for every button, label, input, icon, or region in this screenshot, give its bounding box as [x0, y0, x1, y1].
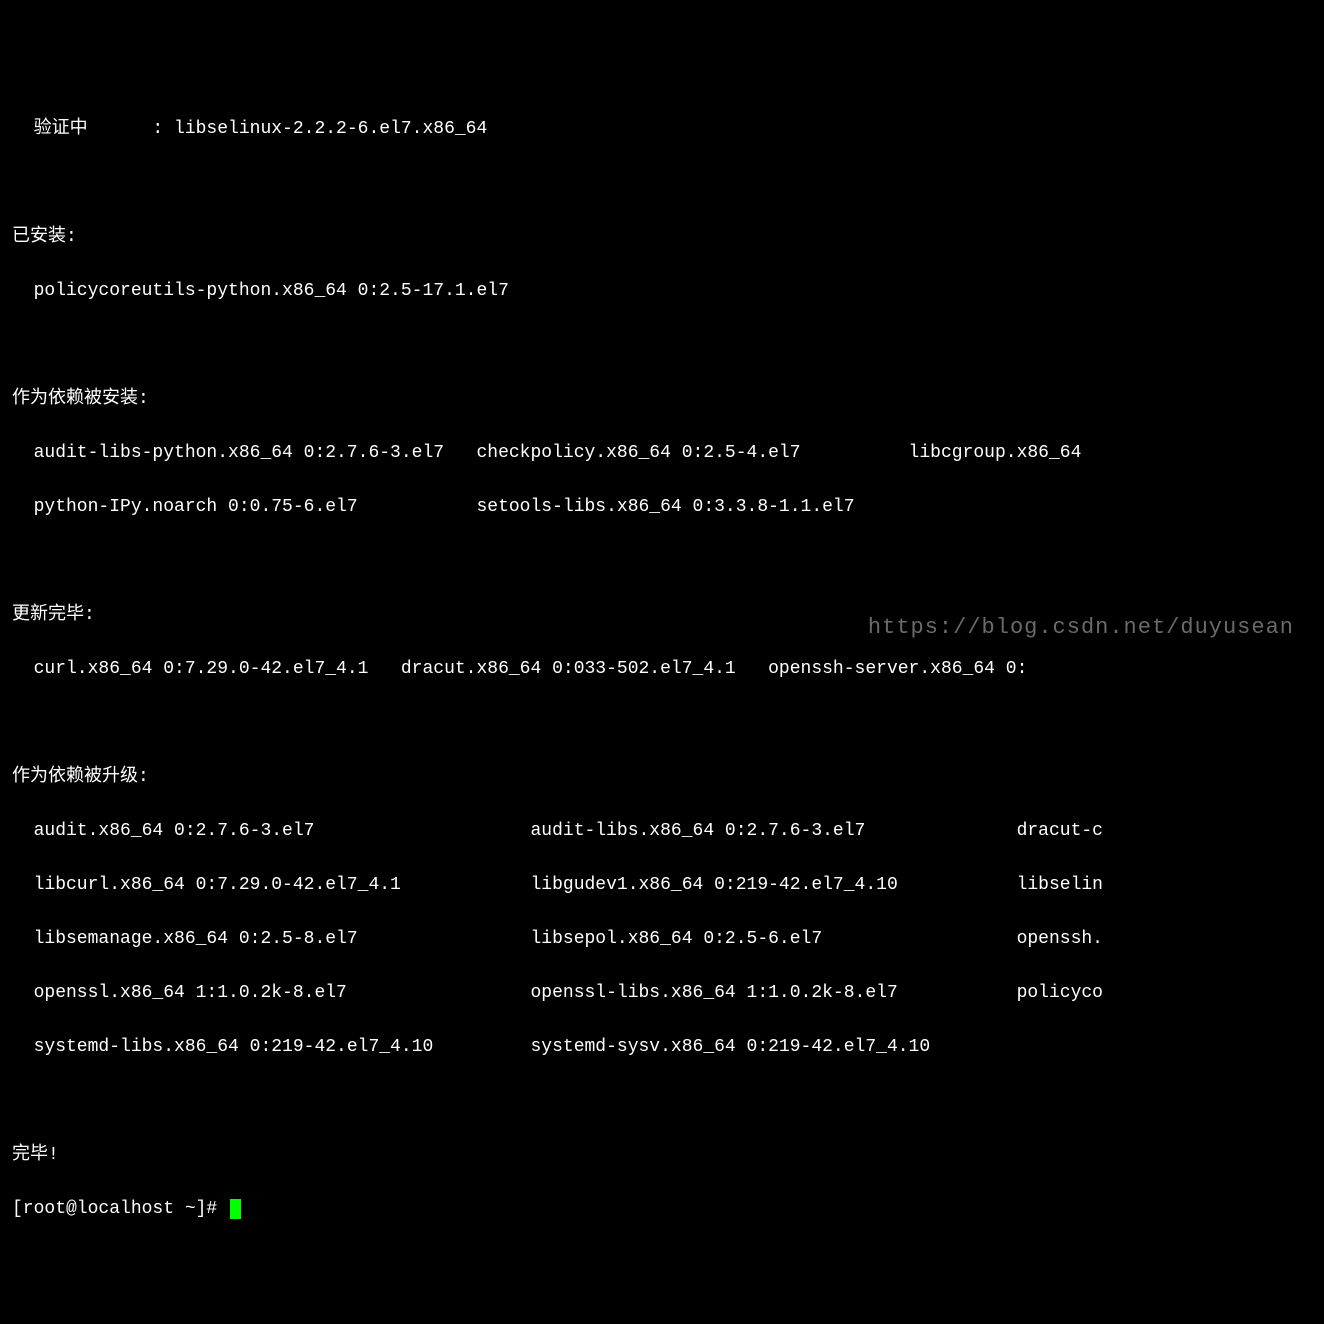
- blank-line: [12, 548, 1312, 575]
- cursor-icon: [230, 1199, 241, 1219]
- prompt-line[interactable]: [root@localhost ~]#: [12, 1196, 1312, 1223]
- deps-upgraded-line1: audit.x86_64 0:2.7.6-3.el7 audit-libs.x8…: [12, 818, 1312, 845]
- verify-pkg: libselinux-2.2.2-6.el7.x86_64: [174, 119, 487, 139]
- updated-line1: curl.x86_64 0:7.29.0-42.el7_4.1 dracut.x…: [12, 656, 1312, 683]
- deps-installed-line1: audit-libs-python.x86_64 0:2.7.6-3.el7 c…: [12, 440, 1312, 467]
- deps-upgraded-line3: libsemanage.x86_64 0:2.5-8.el7 libsepol.…: [12, 926, 1312, 953]
- blank-line: [12, 1088, 1312, 1115]
- blank-line: [12, 710, 1312, 737]
- verify-line: 验证中 : libselinux-2.2.2-6.el7.x86_64: [12, 116, 1312, 143]
- prompt-text: [root@localhost ~]#: [12, 1199, 228, 1219]
- verify-label: 验证中 :: [12, 119, 174, 139]
- deps-upgraded-header: 作为依赖被升级:: [12, 764, 1312, 791]
- done-line: 完毕!: [12, 1142, 1312, 1169]
- deps-upgraded-line4: openssl.x86_64 1:1.0.2k-8.el7 openssl-li…: [12, 980, 1312, 1007]
- installed-line1: policycoreutils-python.x86_64 0:2.5-17.1…: [12, 278, 1312, 305]
- blank-line: [12, 170, 1312, 197]
- deps-installed-line2: python-IPy.noarch 0:0.75-6.el7 setools-l…: [12, 494, 1312, 521]
- deps-installed-header: 作为依赖被安装:: [12, 386, 1312, 413]
- blank-line: [12, 332, 1312, 359]
- deps-upgraded-line2: libcurl.x86_64 0:7.29.0-42.el7_4.1 libgu…: [12, 872, 1312, 899]
- installed-header: 已安装:: [12, 224, 1312, 251]
- watermark-text: https://blog.csdn.net/duyusean: [868, 611, 1294, 644]
- deps-upgraded-line5: systemd-libs.x86_64 0:219-42.el7_4.10 sy…: [12, 1034, 1312, 1061]
